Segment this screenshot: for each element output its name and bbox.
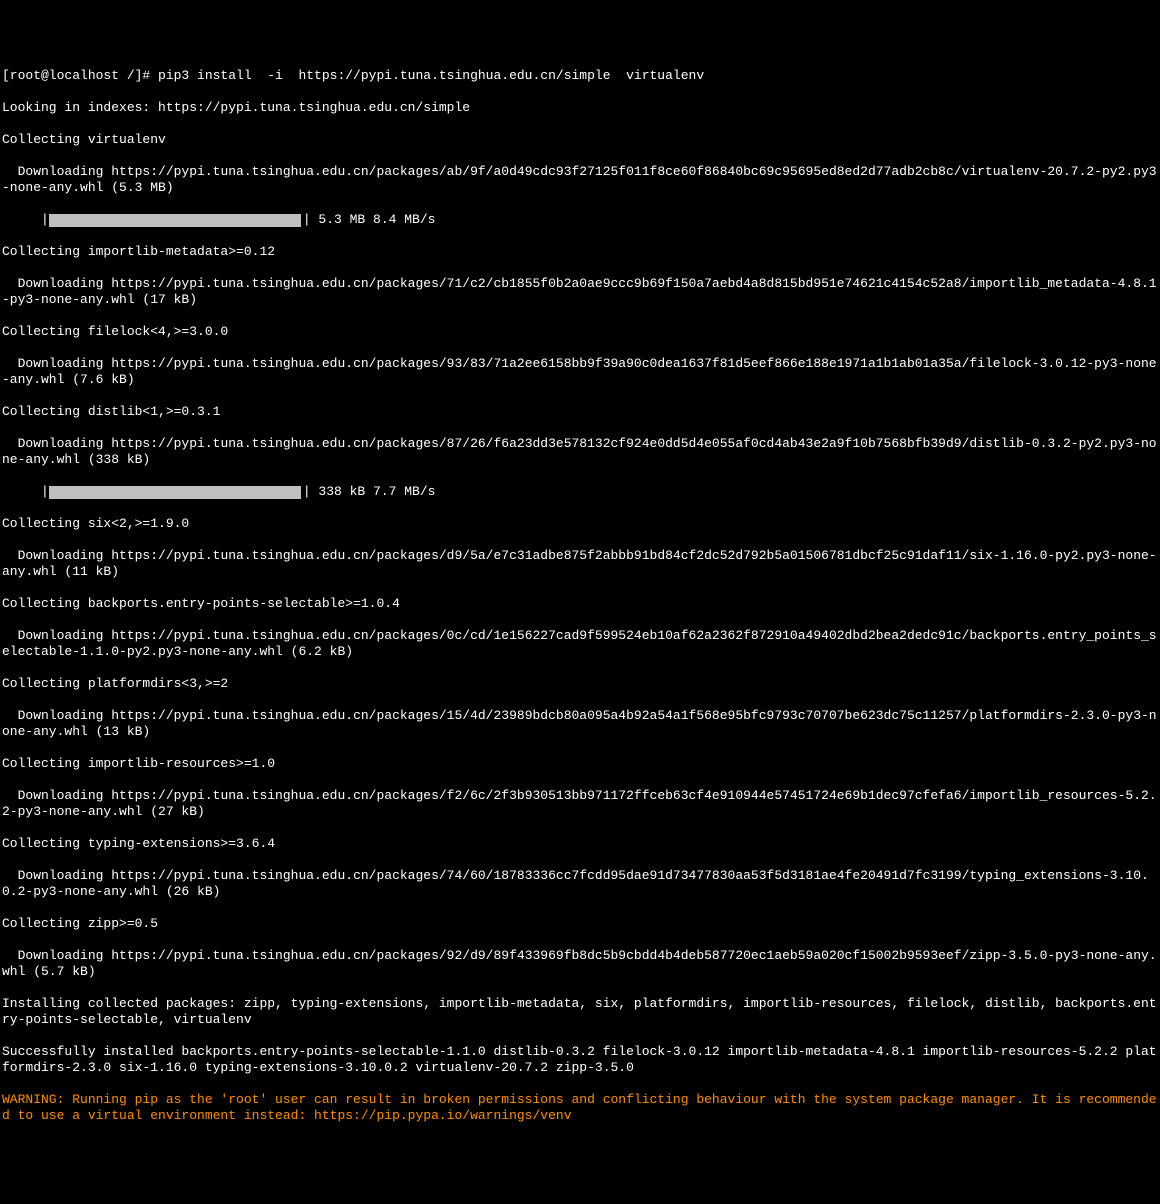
output-line: Collecting virtualenv: [2, 132, 1158, 148]
output-line: Downloading https://pypi.tuna.tsinghua.e…: [2, 708, 1158, 740]
output-line: Downloading https://pypi.tuna.tsinghua.e…: [2, 436, 1158, 468]
progress-bar-row: | | 5.3 MB 8.4 MB/s: [2, 212, 1158, 228]
output-line: Looking in indexes: https://pypi.tuna.ts…: [2, 100, 1158, 116]
output-line: Downloading https://pypi.tuna.tsinghua.e…: [2, 788, 1158, 820]
output-line: Downloading https://pypi.tuna.tsinghua.e…: [2, 548, 1158, 580]
output-line: Collecting importlib-resources>=1.0: [2, 756, 1158, 772]
progress-indent: |: [2, 484, 49, 500]
output-line: Collecting distlib<1,>=0.3.1: [2, 404, 1158, 420]
output-line: Collecting platformdirs<3,>=2: [2, 676, 1158, 692]
progress-stats: | 5.3 MB 8.4 MB/s: [303, 212, 436, 228]
output-line: Downloading https://pypi.tuna.tsinghua.e…: [2, 628, 1158, 660]
output-line: Installing collected packages: zipp, typ…: [2, 996, 1158, 1028]
output-line: Collecting importlib-metadata>=0.12: [2, 244, 1158, 260]
output-line: Downloading https://pypi.tuna.tsinghua.e…: [2, 164, 1158, 196]
output-line: Downloading https://pypi.tuna.tsinghua.e…: [2, 276, 1158, 308]
output-line: Successfully installed backports.entry-p…: [2, 1044, 1158, 1076]
output-line: Downloading https://pypi.tuna.tsinghua.e…: [2, 948, 1158, 980]
output-line: Collecting typing-extensions>=3.6.4: [2, 836, 1158, 852]
output-line: Collecting backports.entry-points-select…: [2, 596, 1158, 612]
warning-line: WARNING: Running pip as the 'root' user …: [2, 1092, 1158, 1124]
output-line: Downloading https://pypi.tuna.tsinghua.e…: [2, 356, 1158, 388]
progress-bar-row: | | 338 kB 7.7 MB/s: [2, 484, 1158, 500]
progress-bar-fill: [49, 486, 301, 499]
output-line: Collecting filelock<4,>=3.0.0: [2, 324, 1158, 340]
progress-bar-fill: [49, 214, 301, 227]
output-line: Downloading https://pypi.tuna.tsinghua.e…: [2, 868, 1158, 900]
output-line: Collecting six<2,>=1.9.0: [2, 516, 1158, 532]
progress-stats: | 338 kB 7.7 MB/s: [303, 484, 436, 500]
output-line: Collecting zipp>=0.5: [2, 916, 1158, 932]
progress-indent: |: [2, 212, 49, 228]
terminal-prompt[interactable]: [root@localhost /]# pip3 install -i http…: [2, 68, 1158, 84]
